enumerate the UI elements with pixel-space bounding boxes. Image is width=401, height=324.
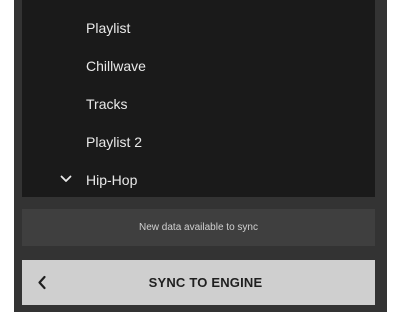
sync-to-engine-button[interactable]: SYNC TO ENGINE: [22, 260, 375, 305]
playlist-list: Playlist Chillwave Tracks Playlist 2 Hip…: [22, 0, 375, 197]
chevron-down-icon[interactable]: [60, 175, 72, 183]
list-item-playlist-2[interactable]: Playlist 2: [22, 123, 375, 161]
sync-to-engine-label: SYNC TO ENGINE: [148, 275, 263, 290]
list-item-label: Playlist 2: [86, 134, 143, 150]
list-item-label: Chillwave: [86, 58, 146, 74]
list-item-tracks[interactable]: Tracks: [22, 85, 375, 123]
list-item-label: Tracks: [86, 96, 128, 112]
list-item-hip-hop[interactable]: Hip-Hop: [22, 161, 375, 199]
list-item-chillwave[interactable]: Chillwave: [22, 47, 375, 85]
sync-notice-text: New data available to sync: [139, 222, 258, 233]
sync-panel: Playlist Chillwave Tracks Playlist 2 Hip…: [14, 0, 387, 312]
list-item-label: Playlist: [86, 20, 131, 36]
list-item-label: Hip-Hop: [86, 172, 138, 188]
sync-notice: New data available to sync: [22, 209, 375, 246]
list-item-playlist[interactable]: Playlist: [22, 9, 375, 47]
